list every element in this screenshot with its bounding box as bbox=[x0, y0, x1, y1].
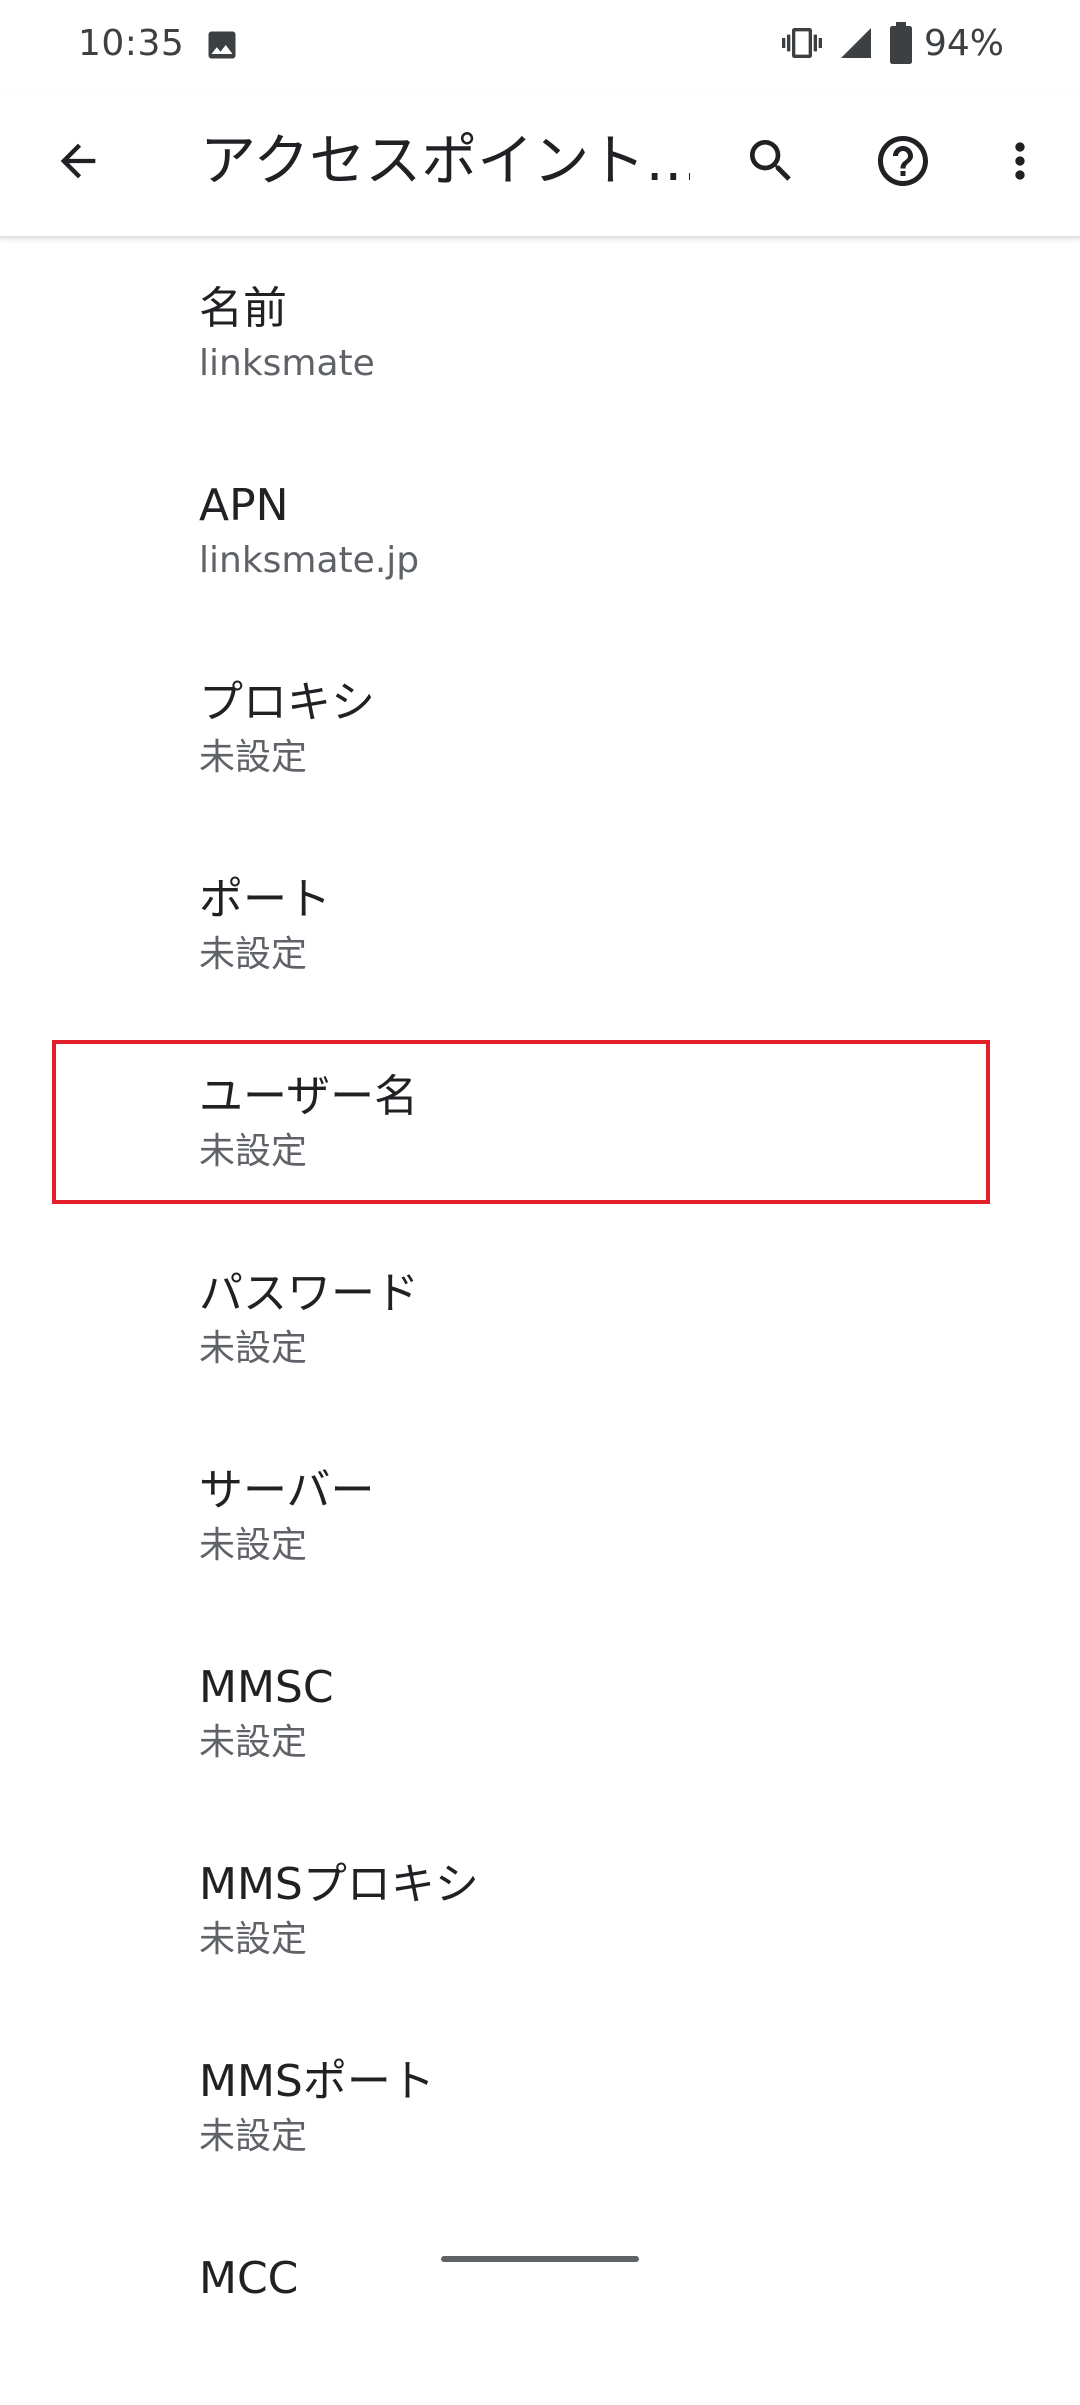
pref-item-name[interactable]: 名前 linksmate bbox=[0, 238, 1080, 435]
pref-summary: 未設定 bbox=[199, 1919, 308, 1960]
pref-title: ユーザー名 bbox=[199, 1071, 419, 1122]
pref-summary: 未設定 bbox=[199, 1328, 308, 1369]
pref-title: プロキシ bbox=[199, 677, 375, 728]
gesture-nav-handle[interactable] bbox=[441, 2256, 639, 2262]
pref-item-server[interactable]: サーバー 未設定 bbox=[0, 1420, 1080, 1617]
pref-summary: 未設定 bbox=[199, 1525, 308, 1566]
more-vert-icon bbox=[1015, 142, 1025, 180]
pref-title: MMSC bbox=[199, 1662, 334, 1713]
pref-title: MMSプロキシ bbox=[199, 1859, 479, 1910]
more-options-button[interactable] bbox=[982, 123, 1058, 199]
back-button[interactable] bbox=[40, 123, 116, 199]
page-title: アクセスポイント… bbox=[200, 129, 690, 194]
pref-title: MMSポート bbox=[199, 2056, 435, 2107]
pref-item-mms-port[interactable]: MMSポート 未設定 bbox=[0, 2011, 1080, 2208]
pref-title: パスワード bbox=[199, 1268, 419, 1319]
pref-summary: 未設定 bbox=[199, 737, 308, 778]
pref-item-port[interactable]: ポート 未設定 bbox=[0, 829, 1080, 1026]
app-bar: アクセスポイント… bbox=[0, 90, 1080, 238]
pref-summary: 未設定 bbox=[199, 2116, 308, 2157]
photo-icon bbox=[204, 27, 240, 63]
status-time: 10:35 bbox=[78, 23, 185, 64]
status-bar: 10:35 94% bbox=[0, 0, 1080, 90]
pref-summary: 未設定 bbox=[199, 1131, 308, 1172]
vibrate-icon bbox=[779, 23, 825, 63]
pref-summary: 未設定 bbox=[199, 934, 308, 975]
pref-summary: linksmate bbox=[199, 343, 375, 384]
back-arrow-icon bbox=[60, 143, 96, 179]
pref-title: 名前 bbox=[199, 283, 287, 334]
pref-item-mcc[interactable]: MCC bbox=[0, 2208, 1080, 2405]
pref-item-mms-proxy[interactable]: MMSプロキシ 未設定 bbox=[0, 1814, 1080, 2011]
battery-percentage: 94% bbox=[924, 23, 1005, 64]
battery-icon bbox=[889, 22, 913, 64]
pref-summary: 未設定 bbox=[199, 1722, 308, 1763]
help-button[interactable] bbox=[865, 123, 941, 199]
help-icon bbox=[878, 136, 928, 186]
pref-title: APN bbox=[199, 480, 289, 531]
search-icon bbox=[750, 140, 791, 181]
pref-item-apn[interactable]: APN linksmate.jp bbox=[0, 435, 1080, 632]
pref-title: MCC bbox=[199, 2253, 299, 2304]
pref-item-username[interactable]: ユーザー名 未設定 bbox=[0, 1026, 1080, 1223]
pref-item-password[interactable]: パスワード 未設定 bbox=[0, 1223, 1080, 1420]
search-button[interactable] bbox=[733, 123, 809, 199]
pref-summary: linksmate.jp bbox=[199, 540, 420, 581]
pref-title: ポート bbox=[199, 874, 331, 925]
signal-icon bbox=[838, 25, 874, 61]
pref-item-mmsc[interactable]: MMSC 未設定 bbox=[0, 1617, 1080, 1814]
pref-title: サーバー bbox=[199, 1465, 375, 1516]
pref-item-proxy[interactable]: プロキシ 未設定 bbox=[0, 632, 1080, 829]
apn-settings-list: 名前 linksmate APN linksmate.jp プロキシ 未設定 ポ… bbox=[0, 238, 1080, 2405]
